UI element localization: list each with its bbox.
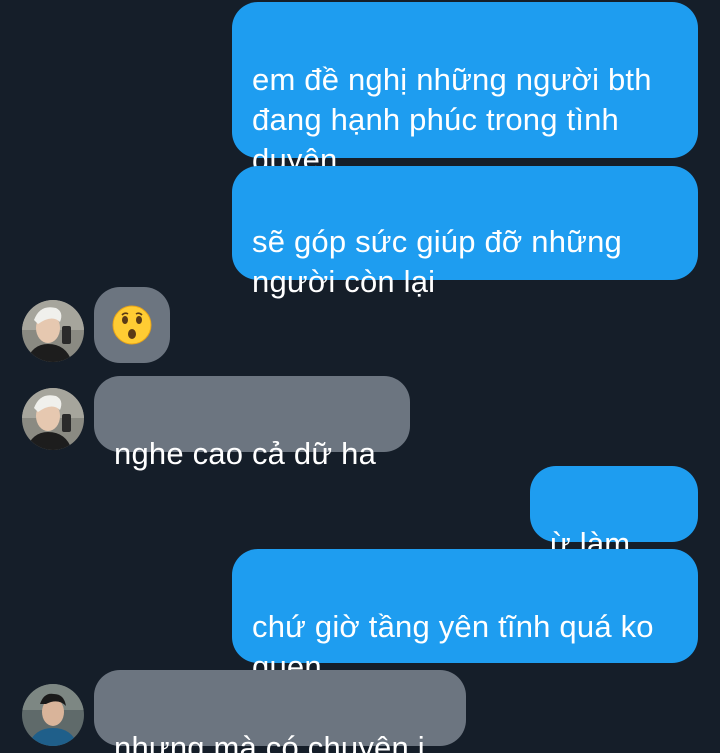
contact-avatar[interactable]: [22, 300, 84, 362]
received-message[interactable]: nhưng mà có chuyện j: [94, 670, 466, 753]
sent-message[interactable]: chứ giờ tầng yên tĩnh quá ko quen: [232, 549, 698, 724]
avatar-image: [22, 684, 84, 746]
message-text: nghe cao cả dữ ha: [114, 436, 377, 471]
message-text: nhưng mà có chuyện j: [114, 730, 425, 753]
received-message[interactable]: nghe cao cả dữ ha: [94, 376, 410, 471]
sent-message[interactable]: em đề nghị những người bth đang hạnh phú…: [232, 2, 698, 177]
avatar-image: [22, 388, 84, 450]
contact-avatar[interactable]: [22, 388, 84, 450]
received-message[interactable]: [94, 287, 170, 363]
sent-message[interactable]: sẽ góp sức giúp đỡ những người còn lại: [232, 166, 698, 299]
message-text: em đề nghị những người bth đang hạnh phú…: [252, 62, 652, 177]
hushed-face-emoji: [112, 305, 152, 345]
chat-conversation: em đề nghị những người bth đang hạnh phú…: [0, 0, 720, 753]
message-text: sẽ góp sức giúp đỡ những người còn lại: [252, 224, 622, 299]
contact-avatar[interactable]: [22, 684, 84, 746]
avatar-image: [22, 300, 84, 362]
sent-message[interactable]: ừ làm ơn: [530, 466, 698, 601]
